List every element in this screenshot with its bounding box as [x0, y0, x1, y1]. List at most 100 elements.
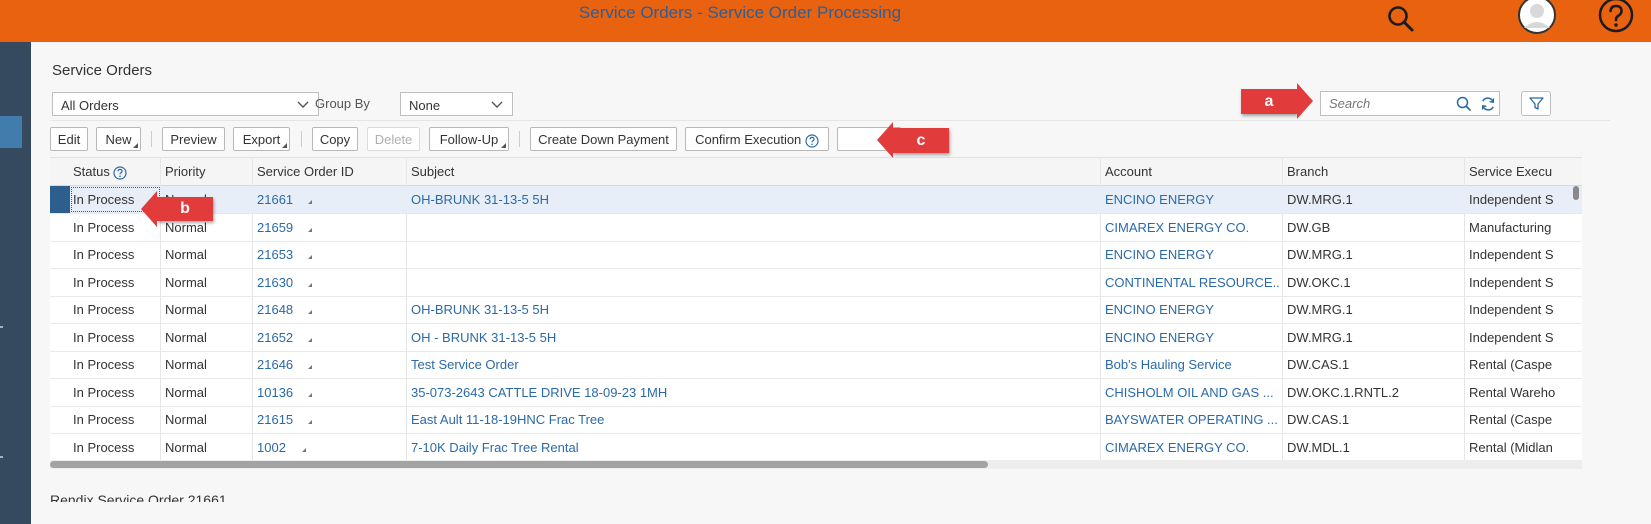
edit-button[interactable]: Edit [50, 127, 88, 151]
table-row[interactable]: In Process Normal 21646 Test Service Order B… [50, 351, 1582, 379]
cell-execution: Rental (Midlan [1469, 439, 1553, 455]
cell-subject[interactable] [411, 241, 1099, 268]
cell-status: In Process [73, 412, 135, 427]
confirm-execution-button[interactable]: Confirm Execution [685, 127, 829, 151]
cell-subject[interactable]: 7-10K Daily Frac Tree Rental [411, 434, 1099, 461]
cell-account[interactable]: CHISHOLM OIL AND GAS ... [1105, 379, 1280, 406]
search-input[interactable] [1329, 96, 1449, 111]
cell-account[interactable]: ENCINO ENERGY [1105, 324, 1280, 351]
page-title: Service Orders [52, 62, 153, 79]
cell-id[interactable]: 21648 [257, 296, 309, 323]
value-help-indicator-icon [308, 200, 312, 204]
refresh-icon[interactable] [1479, 95, 1497, 113]
preview-button[interactable]: Preview [162, 127, 225, 151]
delete-button[interactable]: Delete [367, 127, 420, 151]
chevron-down-icon [491, 101, 503, 108]
cell-execution: Manufacturing [1469, 219, 1552, 235]
cell-id[interactable]: 21661 [257, 186, 309, 213]
value-help-indicator-icon [308, 392, 312, 397]
cell-account[interactable]: CIMAREX ENERGY CO. [1105, 214, 1280, 241]
cell-priority: Normal [165, 412, 207, 427]
cell-subject[interactable]: OH-BRUNK 31-13-5 5H [411, 296, 1099, 323]
column-header-priority[interactable]: Priority [165, 158, 250, 186]
column-header-service-execution[interactable]: Service Execu [1469, 158, 1582, 186]
annotation-b-arrow [141, 191, 157, 227]
cell-account[interactable]: ENCINO ENERGY [1105, 241, 1280, 268]
cell-priority: Normal [165, 357, 207, 372]
column-header-status[interactable]: Status [73, 158, 158, 186]
cell-id[interactable]: 21653 [257, 241, 309, 268]
cell-execution: Independent S [1469, 247, 1554, 262]
cell-id[interactable]: 21630 [257, 269, 309, 296]
table-row[interactable]: In Process Normal 1002 7-10K Daily Frac Tre… [50, 434, 1582, 462]
cell-account[interactable]: CONTINENTAL RESOURCE... [1105, 269, 1280, 296]
table-row[interactable]: In Process Normal 21630 CONTINENTAL RESOURC… [50, 269, 1582, 297]
horizontal-scrollbar-thumb[interactable] [50, 461, 988, 468]
value-help-indicator-icon [308, 255, 312, 259]
filter-icon [1529, 97, 1544, 110]
cell-account[interactable]: CIMAREX ENERGY CO. [1105, 434, 1280, 461]
row-selector[interactable] [50, 186, 70, 213]
help-icon[interactable] [113, 165, 128, 180]
value-help-indicator-icon [308, 420, 312, 424]
cell-priority: Normal [165, 439, 207, 455]
column-header-subject[interactable]: Subject [411, 158, 1101, 186]
cell-subject[interactable]: OH-BRUNK 31-13-5 5H [411, 186, 1099, 213]
cell-subject[interactable] [411, 269, 1099, 296]
table-row[interactable]: In Process Normal 21615 East Ault 11-18-19H… [50, 406, 1582, 434]
follow-up-button[interactable]: Follow-Up [429, 127, 509, 151]
toolbar-separator [151, 131, 152, 147]
view-select[interactable]: All Orders [52, 92, 319, 116]
value-help-indicator-icon [308, 337, 312, 342]
cell-subject[interactable]: East Ault 11-18-19HNC Frac Tree [411, 406, 1099, 433]
table-row[interactable]: In ProcessNormal21661OH-BRUNK 31-13-5 5H… [50, 186, 1582, 214]
avatar[interactable] [1517, 0, 1557, 40]
vertical-scrollbar-thumb[interactable] [1573, 186, 1579, 200]
cell-priority: Normal [165, 247, 207, 262]
value-help-indicator-icon [308, 310, 312, 314]
copy-button[interactable]: Copy [312, 127, 358, 151]
filter-button[interactable] [1521, 91, 1551, 116]
search-icon[interactable] [1385, 4, 1419, 38]
cell-subject[interactable]: 35-073-2643 CATTLE DRIVE 18-09-23 1MH [411, 379, 1099, 406]
cell-account[interactable]: ENCINO ENERGY [1105, 186, 1280, 213]
cell-branch: DW.MRG.1 [1287, 247, 1353, 262]
cell-subject[interactable]: Test Service Order [411, 351, 1099, 378]
table-row[interactable]: In Process Normal 21659 CIMAREX ENERGY CO. D… [50, 214, 1582, 242]
group-by-select[interactable]: None [400, 92, 513, 116]
help-icon [805, 133, 819, 148]
table-row[interactable]: In Process Normal 21652 OH - BRUNK 31-13-5 … [50, 324, 1582, 352]
cell-account[interactable]: BAYSWATER OPERATING ... [1105, 406, 1280, 433]
group-by-value: None [409, 98, 441, 113]
column-header-branch[interactable]: Branch [1287, 158, 1462, 186]
horizontal-scrollbar[interactable] [50, 460, 1582, 469]
annotation-b: b [157, 197, 213, 221]
toolbar-separator [519, 131, 520, 147]
annotation-c: c [893, 128, 949, 153]
table-row[interactable]: In Process Normal 10136 35-073-2643 CATTLE … [50, 379, 1582, 407]
cell-id[interactable]: 10136 [257, 379, 309, 406]
cell-branch: DW.MRG.1 [1287, 302, 1353, 317]
new-button-label: New [105, 132, 132, 147]
nav-item-selected[interactable] [0, 116, 22, 148]
cell-subject[interactable] [411, 214, 1099, 241]
column-header-account[interactable]: Account [1105, 158, 1280, 186]
column-header-service-order-id[interactable]: Service Order ID [257, 158, 402, 186]
cell-branch: DW.OKC.1.RNTL.2 [1287, 384, 1399, 400]
menu-indicator-icon [501, 143, 506, 148]
table-row[interactable]: In Process Normal 21653 ENCINO ENERGY DW.MRG… [50, 241, 1582, 269]
cell-subject[interactable]: OH - BRUNK 31-13-5 5H [411, 324, 1099, 351]
create-down-payment-button[interactable]: Create Down Payment [530, 127, 677, 151]
new-button[interactable]: New [96, 127, 141, 151]
export-button[interactable]: Export [233, 127, 290, 151]
cell-id[interactable]: 21615 [257, 406, 309, 433]
help-icon[interactable] [1597, 0, 1635, 38]
cell-priority: Normal [165, 274, 207, 290]
search-icon[interactable] [1455, 95, 1473, 113]
cell-id[interactable]: 21652 [257, 324, 309, 351]
cell-account[interactable]: ENCINO ENERGY [1105, 296, 1280, 323]
table-row[interactable]: In Process Normal 21648 OH-BRUNK 31-13-5 5H… [50, 296, 1582, 324]
cell-id[interactable]: 21659 [257, 214, 309, 241]
cell-id[interactable]: 21646 [257, 351, 309, 378]
cell-account[interactable]: Bob's Hauling Service [1105, 351, 1280, 378]
